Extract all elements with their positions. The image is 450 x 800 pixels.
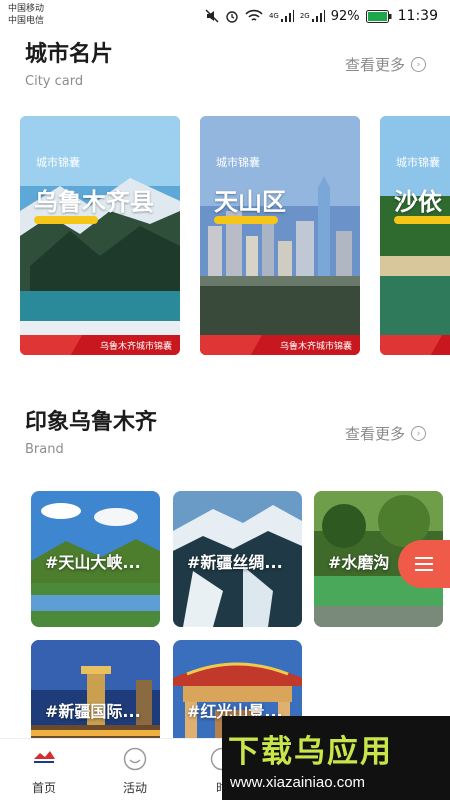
home-logo-icon: [34, 751, 55, 763]
card-city-name: 天山区: [214, 188, 286, 216]
city-card-2[interactable]: 城市锦囊 天山区 乌鲁木齐城市锦囊: [200, 116, 360, 355]
more-label: 查看更多: [344, 56, 405, 74]
brand-label: #天山大峡...: [45, 553, 141, 572]
brand-item-1[interactable]: #天山大峡...: [31, 491, 160, 627]
brand-section-title: 印象乌鲁木齐: [25, 410, 158, 435]
network-2g-label: 2G: [299, 12, 310, 20]
card-accent-bar: [394, 216, 450, 224]
nav-item-activity[interactable]: 活动: [105, 739, 165, 800]
battery-percent: 92%: [330, 8, 360, 24]
card-image-city-skyline: [200, 116, 360, 355]
brand-label: #新疆丝绸...: [187, 553, 283, 572]
floating-menu-button[interactable]: [398, 540, 450, 588]
status-bar: 中国移动 中国电信 4G 2G 92% 11:39: [0, 0, 450, 32]
card-city-name: 乌鲁木齐县: [34, 188, 154, 216]
nav-item-home[interactable]: 首页: [14, 739, 74, 800]
city-more-link[interactable]: 查看更多 ›: [345, 54, 426, 75]
signal-icon: [280, 10, 294, 22]
brand-item-2[interactable]: #新疆丝绸...: [173, 491, 302, 627]
card-image-park: [380, 116, 450, 355]
card-tag: 城市锦囊: [36, 156, 80, 169]
watermark-url: www.xiazainiao.com: [230, 774, 366, 791]
city-section-subtitle: City card: [25, 74, 84, 89]
card-city-name: 沙依: [394, 188, 442, 216]
carrier-1: 中国移动: [8, 4, 45, 14]
card-footer-text: 乌鲁木齐城市锦囊: [99, 342, 172, 352]
carrier-2: 中国电信: [8, 16, 45, 26]
city-card-3[interactable]: 城市锦囊 沙依: [380, 116, 450, 355]
wifi-icon: [245, 9, 263, 21]
card-accent-bar: [214, 216, 278, 224]
brand-section-subtitle: Brand: [25, 442, 64, 457]
chevron-right-icon: ›: [411, 57, 426, 72]
brand-label: #新疆国际...: [45, 702, 141, 721]
brand-more-link[interactable]: 查看更多 ›: [345, 423, 426, 444]
card-tag: 城市锦囊: [216, 156, 260, 169]
card-footer-text: 乌鲁木齐城市锦囊: [279, 342, 352, 352]
signal-icon-2: [311, 10, 325, 22]
nav-label: 活动: [122, 781, 147, 795]
card-footer: [380, 335, 450, 355]
watermark-banner: 下载乌应用 www.xiazainiao.com: [222, 716, 450, 800]
status-icons: 4G 2G 92% 11:39: [205, 6, 438, 26]
battery-icon: [365, 9, 392, 23]
city-card-1[interactable]: 城市锦囊 乌鲁木齐县 乌鲁木齐城市锦囊: [20, 116, 180, 355]
card-accent-bar: [34, 216, 98, 224]
menu-icon: [415, 557, 433, 571]
card-image-mountain-lake: [20, 116, 180, 355]
mute-icon: [205, 9, 219, 23]
alarm-icon: [226, 11, 238, 23]
watermark-title: 下载乌应用: [228, 734, 393, 770]
card-footer: 乌鲁木齐城市锦囊: [200, 335, 360, 355]
clock-time: 11:39: [397, 8, 438, 24]
card-tag: 城市锦囊: [396, 156, 440, 169]
more-label: 查看更多: [344, 425, 405, 443]
nav-label: 首页: [31, 781, 56, 795]
smile-icon: [123, 747, 147, 771]
network-4g-label: 4G: [268, 12, 279, 20]
chevron-right-icon: ›: [411, 426, 426, 441]
city-section-title: 城市名片: [25, 42, 114, 67]
brand-label: #水磨沟: [328, 553, 390, 572]
card-footer: 乌鲁木齐城市锦囊: [20, 335, 180, 355]
